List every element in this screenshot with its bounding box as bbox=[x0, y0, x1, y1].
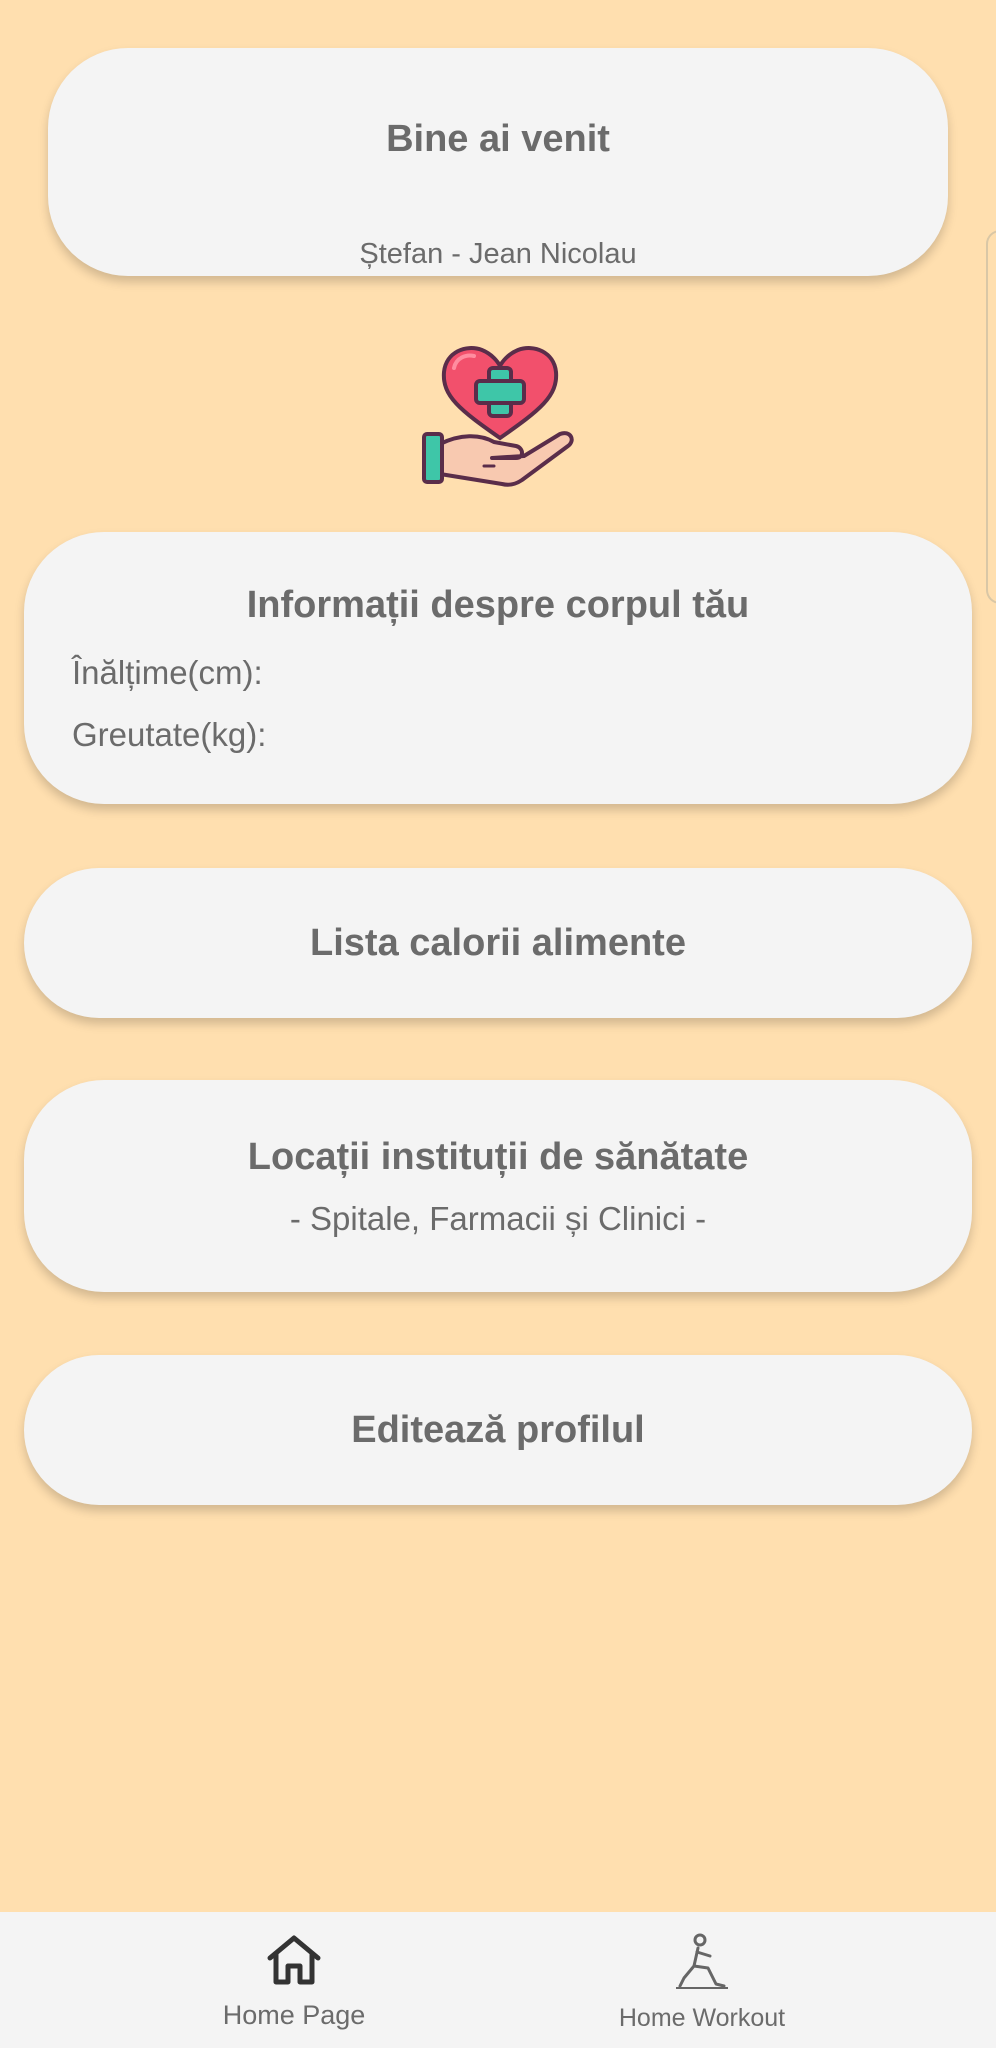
edit-profile-label: Editează profilul bbox=[351, 1409, 645, 1451]
edit-profile-button[interactable]: Editează profilul bbox=[24, 1355, 972, 1505]
welcome-card: Bine ai venit Ștefan - Jean Nicolau bbox=[48, 48, 948, 276]
height-label: Înălțime(cm): bbox=[72, 654, 263, 691]
bottom-navigation: Home Page Home Workout bbox=[0, 1912, 996, 2048]
body-info-title: Informații despre corpul tău bbox=[246, 584, 750, 626]
nav-home-page[interactable]: Home Page bbox=[114, 1912, 474, 2048]
welcome-title: Bine ai venit bbox=[386, 118, 610, 160]
body-info-card: Informații despre corpul tău Înălțime(cm… bbox=[24, 532, 972, 804]
heart-care-hand-icon bbox=[422, 346, 574, 487]
user-name: Ștefan - Jean Nicolau bbox=[359, 238, 637, 270]
health-locations-title: Locații instituții de sănătate bbox=[247, 1136, 749, 1178]
home-icon bbox=[267, 1935, 321, 1985]
health-locations-subtitle: - Spitale, Farmacii și Clinici - bbox=[289, 1200, 707, 1237]
nav-home-workout[interactable]: Home Workout bbox=[522, 1912, 882, 2048]
workout-icon bbox=[676, 1933, 728, 1989]
nav-home-label: Home Page bbox=[222, 2000, 366, 2030]
weight-label: Greutate(kg): bbox=[72, 716, 267, 753]
nav-workout-label: Home Workout bbox=[618, 2004, 786, 2032]
side-drawer-handle[interactable] bbox=[986, 230, 996, 604]
calories-list-label: Lista calorii alimente bbox=[310, 922, 686, 964]
health-locations-button[interactable]: Locații instituții de sănătate - Spitale… bbox=[24, 1080, 972, 1292]
calories-list-button[interactable]: Lista calorii alimente bbox=[24, 868, 972, 1018]
